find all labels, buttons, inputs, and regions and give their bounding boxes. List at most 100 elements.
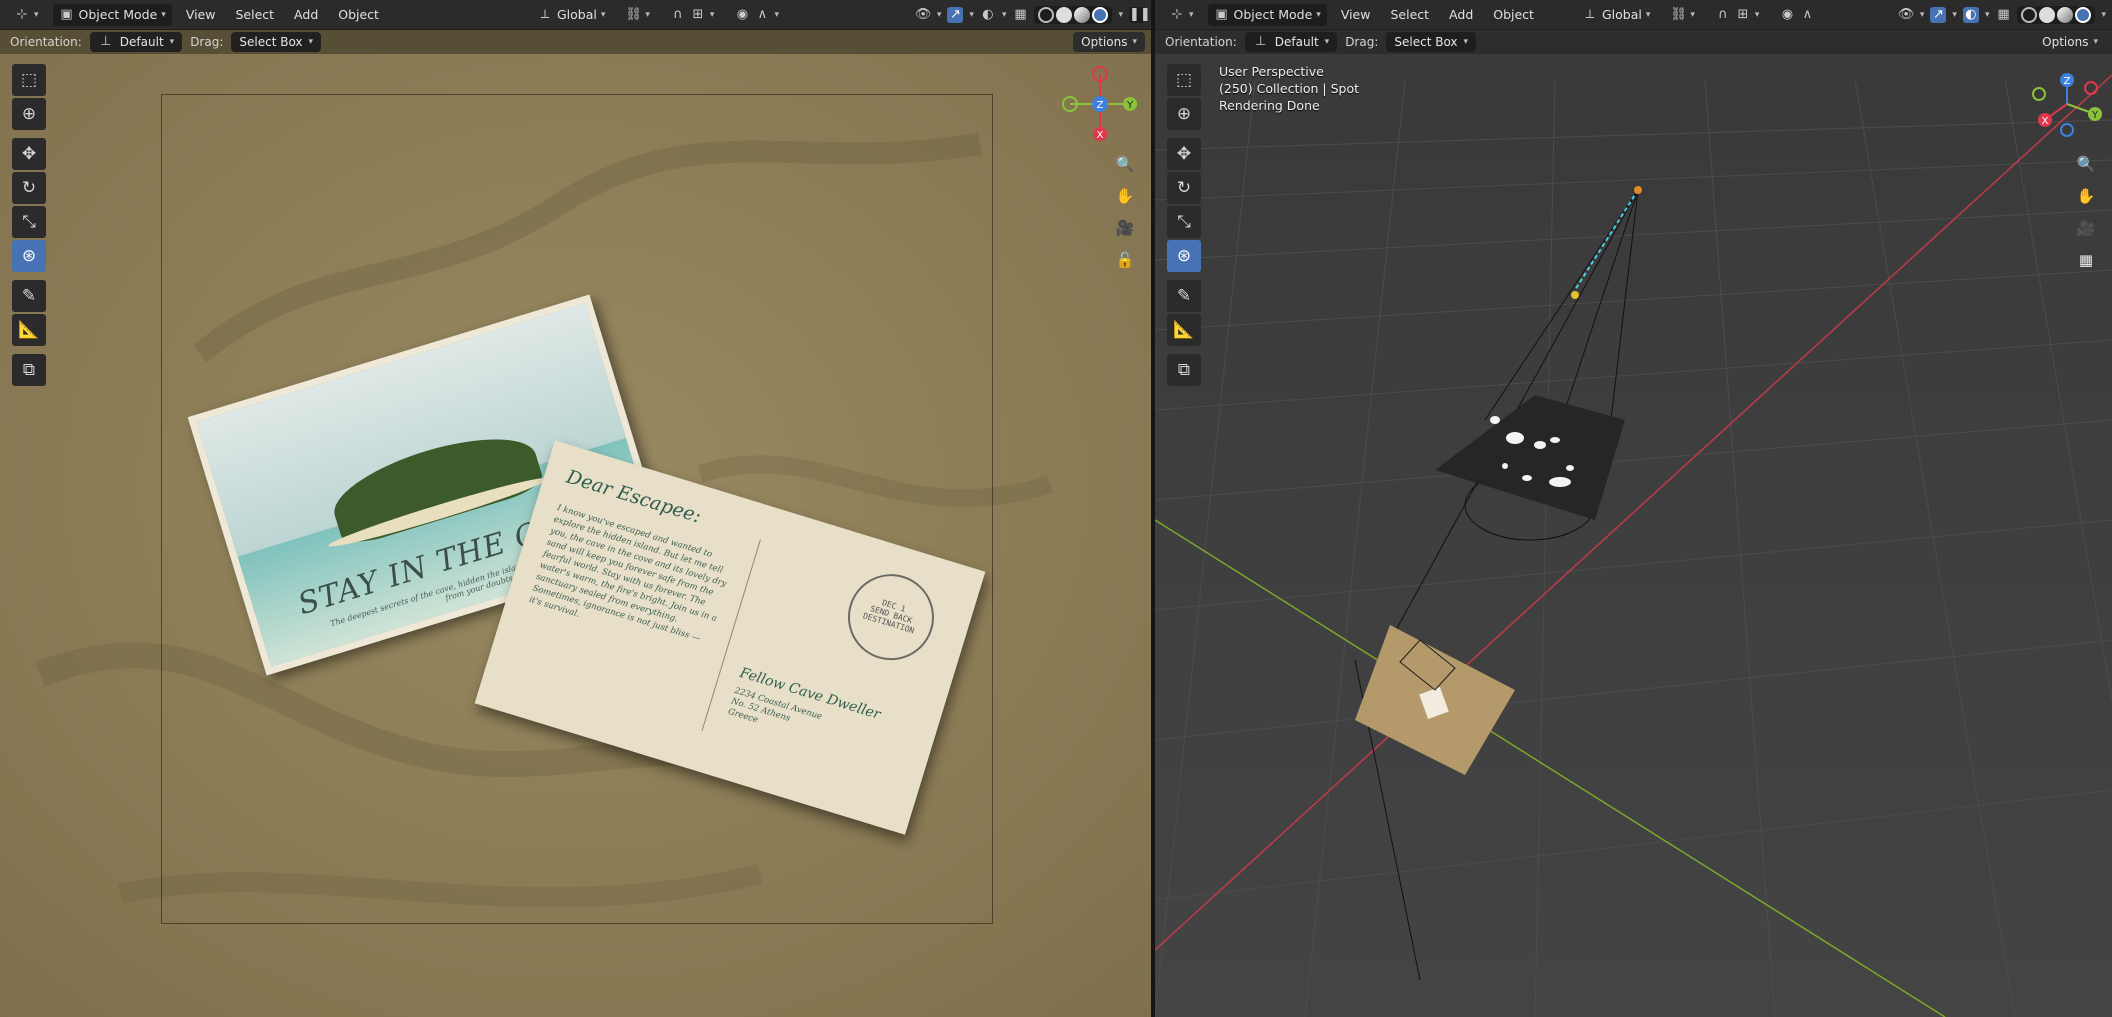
snap-toggle[interactable]: ∩ ⊞ ▾ xyxy=(1709,4,1766,26)
proportional-edit-toggle[interactable]: ◉ ∧ xyxy=(1773,4,1821,26)
proportional-edit-toggle[interactable]: ◉ ∧ ▾ xyxy=(728,4,785,26)
overlay-toggle-icon[interactable]: ◐ xyxy=(1962,6,1979,23)
move-icon[interactable]: ✥ xyxy=(12,138,46,170)
spot-light-origin[interactable] xyxy=(1634,186,1642,194)
menu-view[interactable]: View xyxy=(1335,7,1377,22)
chevron-down-icon[interactable]: ▾ xyxy=(1952,10,1957,20)
magnet-icon: ∩ xyxy=(673,6,683,22)
magnet-icon: ∩ xyxy=(1718,6,1728,22)
chevron-down-icon: ▾ xyxy=(1690,9,1695,20)
chevron-down-icon: ▾ xyxy=(645,9,650,20)
proportional-icon: ◉ xyxy=(1781,6,1794,22)
select-box-icon[interactable]: ⬚ xyxy=(12,64,46,96)
camera-view-icon[interactable]: 🎥 xyxy=(1111,214,1139,242)
solid-shading-icon[interactable] xyxy=(2039,6,2056,23)
measure-icon[interactable]: 📐 xyxy=(12,314,46,346)
drag-setting-label: Drag: xyxy=(190,35,224,49)
move-icon[interactable]: ✥ xyxy=(1167,138,1201,170)
orientation-setting-dropdown[interactable]: ⊥ Default ▾ xyxy=(89,32,183,52)
scale-icon[interactable]: ⤡ xyxy=(12,206,46,238)
visibility-icon[interactable]: 👁 xyxy=(1898,7,1915,23)
scale-icon[interactable]: ⤡ xyxy=(1167,206,1201,238)
chevron-down-icon[interactable]: ▾ xyxy=(1002,10,1007,20)
annotate-icon[interactable]: ✎ xyxy=(1167,280,1201,312)
menu-add[interactable]: Add xyxy=(288,7,324,22)
navigation-gizmo[interactable]: Z Y X xyxy=(1052,62,1142,146)
solid-shading-icon[interactable] xyxy=(1056,6,1073,23)
rotate-icon[interactable]: ↻ xyxy=(1167,172,1201,204)
chevron-down-icon[interactable]: ▾ xyxy=(1920,10,1925,20)
right-toolbar: ⬚ ⊕ ✥ ↻ ⤡ ⊛ ✎ 📐 ⧉ xyxy=(1167,64,1201,386)
editor-type-button[interactable]: ⊹ ▾ xyxy=(1163,4,1200,26)
transform-orientation-dropdown[interactable]: ⟂ Global ▾ xyxy=(1576,4,1656,26)
transform-icon[interactable]: ⊛ xyxy=(1167,240,1201,272)
gizmo-toggle-icon[interactable]: ↗ xyxy=(947,6,964,23)
cursor-icon[interactable]: ⊕ xyxy=(1167,98,1201,130)
xray-icon[interactable]: ▦ xyxy=(1995,7,2011,23)
axis-icon: ⊹ xyxy=(16,6,28,22)
orientation-setting-value: Default xyxy=(119,35,164,49)
pause-render-icon[interactable]: ❚❚ xyxy=(1129,6,1151,23)
menu-add[interactable]: Add xyxy=(1443,7,1479,22)
render-status-text: Rendering Done xyxy=(1219,98,1320,113)
menu-object[interactable]: Object xyxy=(332,7,385,22)
transform-icon[interactable]: ⊛ xyxy=(12,240,46,272)
pivot-dropdown[interactable]: ⛓ ▾ xyxy=(1664,4,1701,26)
zoom-icon[interactable]: 🔍 xyxy=(1111,150,1139,178)
left-viewport[interactable]: STAY IN THE CAVE The deepest secrets of … xyxy=(0,0,1151,1017)
chevron-down-icon[interactable]: ▾ xyxy=(2101,10,2106,20)
wireframe-shading-icon[interactable] xyxy=(2021,6,2038,23)
mode-dropdown[interactable]: ▣ Object Mode ▾ xyxy=(52,3,172,26)
pan-hand-icon[interactable]: ✋ xyxy=(2072,182,2100,210)
chevron-down-icon[interactable]: ▾ xyxy=(937,10,942,20)
cursor-icon[interactable]: ⊕ xyxy=(12,98,46,130)
editor-type-button[interactable]: ⊹ ▾ xyxy=(8,4,45,26)
camera-view-icon[interactable]: 🎥 xyxy=(2072,214,2100,242)
material-shading-icon[interactable] xyxy=(1074,6,1091,23)
chevron-down-icon[interactable]: ▾ xyxy=(969,10,974,20)
shading-mode-group xyxy=(2017,5,2096,24)
measure-icon[interactable]: 📐 xyxy=(1167,314,1201,346)
menu-view[interactable]: View xyxy=(180,7,222,22)
drag-setting-dropdown[interactable]: Select Box ▾ xyxy=(1386,32,1477,52)
rendered-shading-icon[interactable] xyxy=(1092,6,1109,23)
options-button[interactable]: Options ▾ xyxy=(2034,32,2106,52)
chevron-down-icon[interactable]: ▾ xyxy=(1118,10,1123,20)
options-button[interactable]: Options ▾ xyxy=(1073,32,1145,52)
material-shading-icon[interactable] xyxy=(2057,6,2074,23)
transform-orientation-dropdown[interactable]: ⟂ Global ▾ xyxy=(531,4,611,26)
shading-mode-group xyxy=(1034,5,1113,24)
annotate-icon[interactable]: ✎ xyxy=(12,280,46,312)
chevron-down-icon: ▾ xyxy=(1316,9,1321,20)
pivot-dropdown[interactable]: ⛓ ▾ xyxy=(619,4,656,26)
lock-icon[interactable]: 🔓 xyxy=(1111,246,1139,274)
menu-object[interactable]: Object xyxy=(1487,7,1540,22)
navigation-gizmo[interactable]: Z Y X xyxy=(2025,64,2111,146)
chevron-down-icon: ▾ xyxy=(2093,37,2098,47)
mode-dropdown[interactable]: ▣ Object Mode ▾ xyxy=(1207,3,1327,26)
menu-select[interactable]: Select xyxy=(229,7,280,22)
right-viewport[interactable]: ⊹ ▾ ▣ Object Mode ▾ View Select Add Object … xyxy=(1155,0,2112,1017)
rendered-shading-icon[interactable] xyxy=(2075,6,2092,23)
link-icon: ⛓ xyxy=(1670,6,1687,22)
select-box-icon[interactable]: ⬚ xyxy=(1167,64,1201,96)
grid-ortho-icon[interactable]: ▦ xyxy=(2072,246,2100,274)
rotate-icon[interactable]: ↻ xyxy=(12,172,46,204)
spot-target-handle[interactable] xyxy=(1571,291,1579,299)
drag-setting-dropdown[interactable]: Select Box ▾ xyxy=(231,32,322,52)
link-icon: ⛓ xyxy=(625,6,642,22)
menu-select[interactable]: Select xyxy=(1384,7,1435,22)
chevron-down-icon: ▾ xyxy=(1324,37,1330,47)
gizmo-toggle-icon[interactable]: ↗ xyxy=(1930,6,1947,23)
orientation-setting-dropdown[interactable]: ⊥ Default ▾ xyxy=(1244,32,1338,52)
zoom-icon[interactable]: 🔍 xyxy=(2072,150,2100,178)
snap-toggle[interactable]: ∩ ⊞ ▾ xyxy=(664,4,721,26)
add-cube-icon[interactable]: ⧉ xyxy=(12,354,46,386)
chevron-down-icon[interactable]: ▾ xyxy=(1985,10,1990,20)
xray-icon[interactable]: ▦ xyxy=(1012,7,1028,23)
wireframe-shading-icon[interactable] xyxy=(1038,6,1055,23)
add-cube-icon[interactable]: ⧉ xyxy=(1167,354,1201,386)
overlay-toggle-icon[interactable]: ◐ xyxy=(980,7,996,23)
visibility-icon[interactable]: 👁 xyxy=(915,7,932,23)
pan-hand-icon[interactable]: ✋ xyxy=(1111,182,1139,210)
